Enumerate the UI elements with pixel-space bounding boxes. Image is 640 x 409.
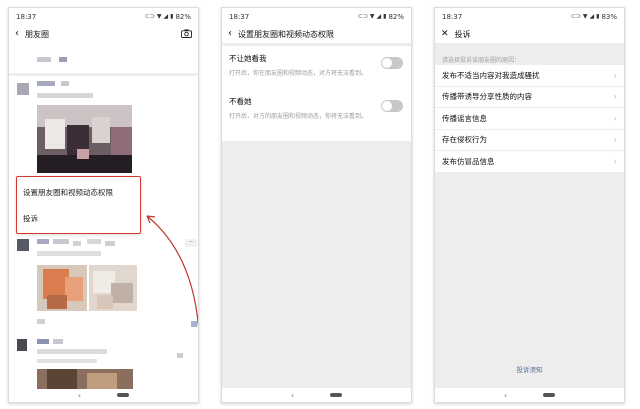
setting-description: 打开后，你在朋友圈和视频动态，对方将无法看到。 <box>229 70 368 77</box>
status-bar: 18:37 ⊂⊃ ▼ ◢ ▮ 82% <box>222 8 411 25</box>
system-home-pill[interactable] <box>543 393 556 397</box>
title-bar: ‹ 设置朋友圈和视频动态权限 <box>222 25 411 43</box>
phone-report: 18:37 ⊂⊃ ▼ ◢ ▮ 83% ✕ 投诉 请选择投诉该朋友圈的原因： 发布… <box>434 7 625 403</box>
system-back-icon[interactable]: ‹ <box>78 391 81 400</box>
menu-item-permission-settings[interactable]: 设置朋友圈和视频动态权限 <box>23 187 113 198</box>
reason-label: 发布不适当内容对我造成骚扰 <box>442 70 540 80</box>
system-back-icon[interactable]: ‹ <box>291 391 294 400</box>
reason-item[interactable]: 存在侵权行为 › <box>435 130 624 151</box>
system-nav-bar: ‹ <box>222 388 411 402</box>
back-icon[interactable]: ‹ <box>228 29 232 39</box>
status-time: 18:37 <box>229 12 250 21</box>
toggle-knob <box>382 58 392 68</box>
reason-item[interactable]: 传播带诱导分享性质的内容 › <box>435 87 624 108</box>
setting-label: 不让她看我 <box>229 54 267 63</box>
signal-icon: ◢ <box>589 13 595 20</box>
wifi-icon: ▼ <box>582 13 588 20</box>
system-home-pill[interactable] <box>330 393 343 397</box>
battery-icon: ▮ <box>596 13 600 20</box>
reason-item[interactable]: 传播谣言信息 › <box>435 108 624 130</box>
chevron-right-icon: › <box>613 156 617 166</box>
report-notice-link[interactable]: 投诉须知 <box>435 364 624 374</box>
reason-label: 传播谣言信息 <box>442 113 487 123</box>
link-icon: ⊂⊃ <box>357 13 368 20</box>
close-icon[interactable]: ✕ <box>441 29 449 39</box>
chevron-right-icon: › <box>613 70 617 80</box>
page-title: 设置朋友圈和视频动态权限 <box>238 29 334 39</box>
reason-item[interactable]: 发布仿冒品信息 › <box>435 151 624 173</box>
settings-card: 不让她看我 打开后，你在朋友圈和视频动态，对方将无法看到。 不看她 打开后，对方… <box>222 46 411 141</box>
toggle-knob <box>382 101 392 111</box>
chevron-right-icon: › <box>613 135 617 145</box>
chevron-right-icon: › <box>613 113 617 123</box>
report-hint: 请选择投诉该朋友圈的原因： <box>442 57 521 64</box>
link-icon: ⊂⊃ <box>570 13 581 20</box>
setting-hide-my-moments: 不让她看我 打开后，你在朋友圈和视频动态，对方将无法看到。 <box>229 53 403 77</box>
system-nav-bar: ‹ <box>9 388 198 402</box>
battery-level: 83% <box>601 12 617 21</box>
system-back-icon[interactable]: ‹ <box>504 391 507 400</box>
setting-description: 打开后，对方的朋友圈和视频动态，你将无法看到。 <box>229 113 368 120</box>
status-bar: 18:37 ⊂⊃ ▼ ◢ ▮ 83% <box>435 8 624 25</box>
status-icons: ⊂⊃ ▼ ◢ ▮ 82% <box>358 13 404 21</box>
phone-permission-settings: 18:37 ⊂⊃ ▼ ◢ ▮ 82% ‹ 设置朋友圈和视频动态权限 不让她看我 … <box>221 7 412 403</box>
reason-label: 传播带诱导分享性质的内容 <box>442 92 532 102</box>
title-bar: ✕ 投诉 <box>435 25 624 43</box>
signal-icon: ◢ <box>376 13 382 20</box>
page-title: 投诉 <box>454 29 471 39</box>
system-home-pill[interactable] <box>117 393 130 397</box>
battery-level: 82% <box>388 12 404 21</box>
toggle-hide-my-moments[interactable] <box>381 57 403 69</box>
comparison-canvas: 18:37 ⊂⊃ ▼ ◢ ▮ 82% ‹ 朋友圈 ·· 设置朋友圈和视频动态权限… <box>0 0 640 409</box>
reason-label: 存在侵权行为 <box>442 135 487 145</box>
system-nav-bar: ‹ <box>435 388 624 402</box>
setting-label: 不看她 <box>229 97 252 106</box>
phone-moments-feed: 18:37 ⊂⊃ ▼ ◢ ▮ 82% ‹ 朋友圈 ·· 设置朋友圈和视频动态权限… <box>8 7 199 403</box>
status-time: 18:37 <box>442 12 463 21</box>
reason-item[interactable]: 发布不适当内容对我造成骚扰 › <box>435 65 624 87</box>
report-reason-list: 发布不适当内容对我造成骚扰 › 传播带诱导分享性质的内容 › 传播谣言信息 › … <box>435 65 624 173</box>
status-icons: ⊂⊃ ▼ ◢ ▮ 83% <box>571 13 617 21</box>
battery-icon: ▮ <box>383 13 387 20</box>
toggle-hide-her-moments[interactable] <box>381 100 403 112</box>
settings-page: 不让她看我 打开后，你在朋友圈和视频动态，对方将无法看到。 不看她 打开后，对方… <box>222 43 411 388</box>
moment-options-menu: 设置朋友圈和视频动态权限 投诉 <box>16 176 141 234</box>
setting-hide-her-moments: 不看她 打开后，对方的朋友圈和视频动态，你将无法看到。 <box>229 96 403 120</box>
wifi-icon: ▼ <box>369 13 375 20</box>
chevron-right-icon: › <box>613 92 617 102</box>
reason-label: 发布仿冒品信息 <box>442 156 495 166</box>
menu-item-report[interactable]: 投诉 <box>23 213 38 224</box>
